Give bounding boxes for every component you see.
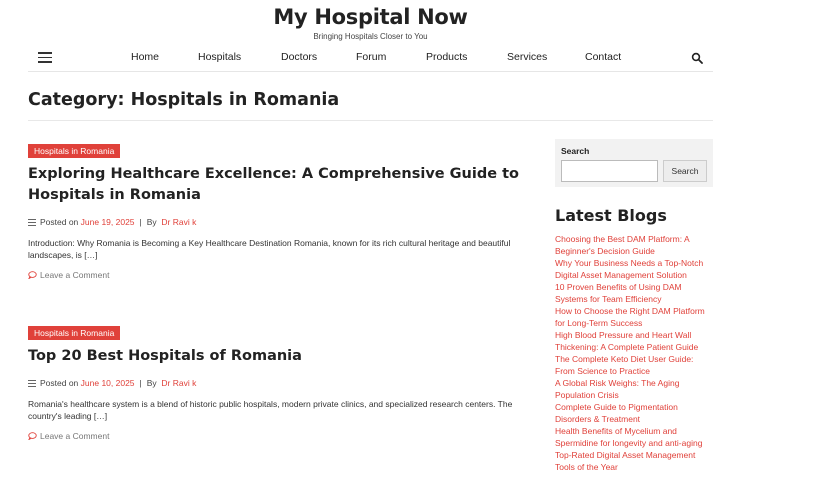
list-icon <box>28 218 36 226</box>
nav-item-doctors[interactable]: Doctors <box>281 51 317 63</box>
latest-blog-link[interactable]: Choosing the Best DAM Platform: A Beginn… <box>555 233 715 257</box>
site-title[interactable]: My Hospital Now <box>0 5 741 29</box>
post-date-link[interactable]: June 19, 2025 <box>81 217 135 227</box>
comment-label: Leave a Comment <box>40 270 110 280</box>
nav-item-home[interactable]: Home <box>131 51 159 63</box>
nav-item-hospitals[interactable]: Hospitals <box>198 51 241 63</box>
list-icon <box>28 379 36 387</box>
post-title[interactable]: Top 20 Best Hospitals of Romania <box>28 346 533 367</box>
post-meta: Posted on June 10, 2025 | By Dr Ravi k <box>28 378 533 388</box>
search-icon[interactable] <box>691 52 703 64</box>
latest-blog-link[interactable]: The Complete Keto Diet User Guide: From … <box>555 353 715 377</box>
posted-label: Posted on <box>40 378 79 388</box>
meta-separator: | <box>139 378 142 388</box>
category-badge[interactable]: Hospitals in Romania <box>28 326 121 340</box>
post-excerpt: Introduction: Why Romania is Becoming a … <box>28 238 511 260</box>
search-button[interactable]: Search <box>663 160 707 182</box>
latest-blog-link[interactable]: High Blood Pressure and Heart Wall Thick… <box>555 329 715 353</box>
search-input[interactable] <box>561 160 658 182</box>
latest-blogs-list: Choosing the Best DAM Platform: A Beginn… <box>555 233 715 473</box>
post-date-link[interactable]: June 10, 2025 <box>81 378 135 388</box>
nav-item-products[interactable]: Products <box>426 51 467 63</box>
meta-separator: | <box>139 217 142 227</box>
nav-item-contact[interactable]: Contact <box>585 51 621 63</box>
latest-blog-link[interactable]: Complete Guide to Pigmentation Disorders… <box>555 401 715 425</box>
author-link[interactable]: Dr Ravi k <box>161 217 196 227</box>
site-tagline: Bringing Hospitals Closer to You <box>313 32 428 41</box>
latest-blog-link[interactable]: Top-Rated Digital Asset Management Tools… <box>555 449 715 473</box>
leave-comment-link[interactable]: Leave a Comment <box>28 431 533 441</box>
post-card: Hospitals in Romania Exploring Healthcar… <box>28 139 533 280</box>
by-label: By <box>146 378 157 388</box>
comment-label: Leave a Comment <box>40 431 110 441</box>
latest-blog-link[interactable]: A Global Risk Weighs: The Aging Populati… <box>555 377 715 401</box>
latest-blog-link[interactable]: Health Benefits of Mycelium and Spermidi… <box>555 425 715 449</box>
post-excerpt: Romania's healthcare system is a blend o… <box>28 399 513 421</box>
search-widget: Search Search <box>555 139 713 187</box>
sidebar: Search Search Latest Blogs Choosing the … <box>555 139 713 472</box>
latest-blog-link[interactable]: 10 Proven Benefits of Using DAM Systems … <box>555 281 715 305</box>
comment-icon <box>28 271 37 279</box>
nav-item-services[interactable]: Services <box>507 51 547 63</box>
author-link[interactable]: Dr Ravi k <box>161 378 196 388</box>
post-meta: Posted on June 19, 2025 | By Dr Ravi k <box>28 217 533 227</box>
comment-icon <box>28 432 37 440</box>
latest-blog-link[interactable]: How to Choose the Right DAM Platform for… <box>555 305 715 329</box>
search-label: Search <box>561 146 590 156</box>
posted-label: Posted on <box>40 217 79 227</box>
post-card: Hospitals in Romania Top 20 Best Hospita… <box>28 321 533 441</box>
latest-blogs-heading: Latest Blogs <box>555 206 667 225</box>
leave-comment-link[interactable]: Leave a Comment <box>28 270 533 280</box>
page-title: Category: Hospitals in Romania <box>28 90 340 110</box>
main-navigation: Home Hospitals Doctors Forum Products Se… <box>28 44 713 72</box>
divider <box>28 120 713 121</box>
latest-blog-link[interactable]: Why Your Business Needs a Top-Notch Digi… <box>555 257 715 281</box>
hamburger-icon[interactable] <box>38 52 52 63</box>
post-title[interactable]: Exploring Healthcare Excellence: A Compr… <box>28 164 533 206</box>
category-badge[interactable]: Hospitals in Romania <box>28 144 121 158</box>
by-label: By <box>146 217 157 227</box>
nav-item-forum[interactable]: Forum <box>356 51 386 63</box>
